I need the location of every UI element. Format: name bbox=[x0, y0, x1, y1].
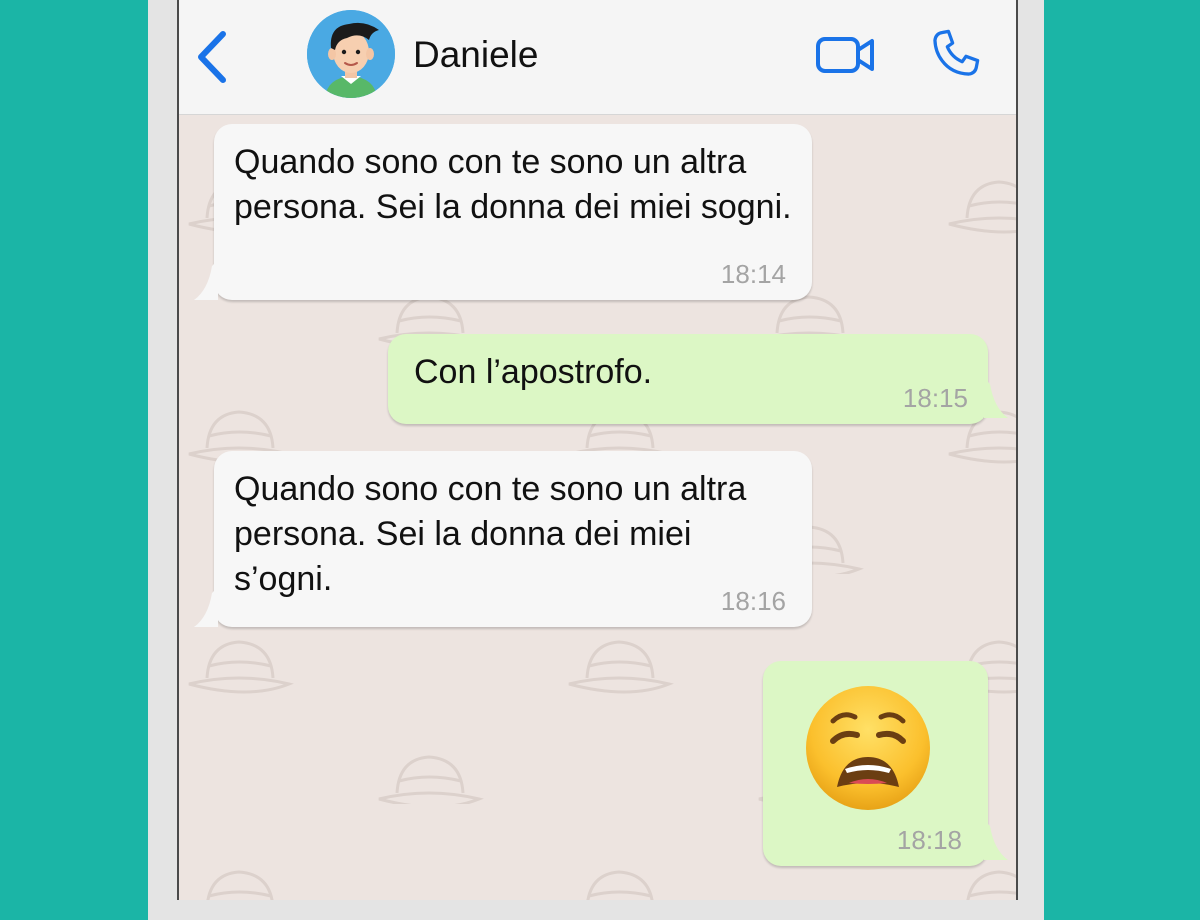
message-bubble-incoming[interactable]: Quando sono con te sono un altra persona… bbox=[194, 451, 812, 627]
phone-icon bbox=[933, 29, 980, 76]
video-camera-icon bbox=[816, 37, 874, 73]
message-timestamp: 18:16 bbox=[720, 586, 786, 616]
bubble-tail bbox=[194, 587, 218, 627]
avatar[interactable] bbox=[307, 10, 395, 98]
chat-area[interactable]: Quando sono con te sono un altra persona… bbox=[179, 114, 1016, 900]
chevron-left-icon bbox=[198, 31, 226, 83]
message-timestamp: 18:18 bbox=[896, 825, 962, 855]
message-bubble-outgoing[interactable]: Con l’apostrofo. 18:15 bbox=[388, 334, 1008, 424]
message-bubble-outgoing[interactable]: 18:18 bbox=[763, 661, 1008, 866]
video-call-button[interactable] bbox=[815, 32, 877, 78]
message-bubble-incoming[interactable]: Quando sono con te sono un altra persona… bbox=[194, 124, 812, 300]
bubble-tail bbox=[984, 820, 1008, 860]
message-timestamp: 18:15 bbox=[902, 383, 968, 413]
contact-avatar-illustration bbox=[307, 10, 395, 98]
contact-name[interactable]: Daniele bbox=[413, 34, 538, 76]
message-text: Quando sono con te sono un altra persona… bbox=[234, 143, 792, 226]
voice-call-button[interactable] bbox=[927, 26, 983, 82]
weary-face-emoji bbox=[806, 686, 930, 810]
bubble-tail bbox=[194, 260, 218, 300]
message-text: Quando sono con te sono un altra persona… bbox=[234, 470, 747, 598]
back-button[interactable] bbox=[193, 30, 233, 84]
chat-screen: Daniele Quando sono con te sono un altra… bbox=[177, 0, 1018, 900]
message-text: Con l’apostrofo. bbox=[414, 353, 653, 391]
chat-header: Daniele bbox=[179, 0, 1016, 115]
message-timestamp: 18:14 bbox=[720, 259, 786, 289]
bubble-tail bbox=[984, 378, 1008, 418]
